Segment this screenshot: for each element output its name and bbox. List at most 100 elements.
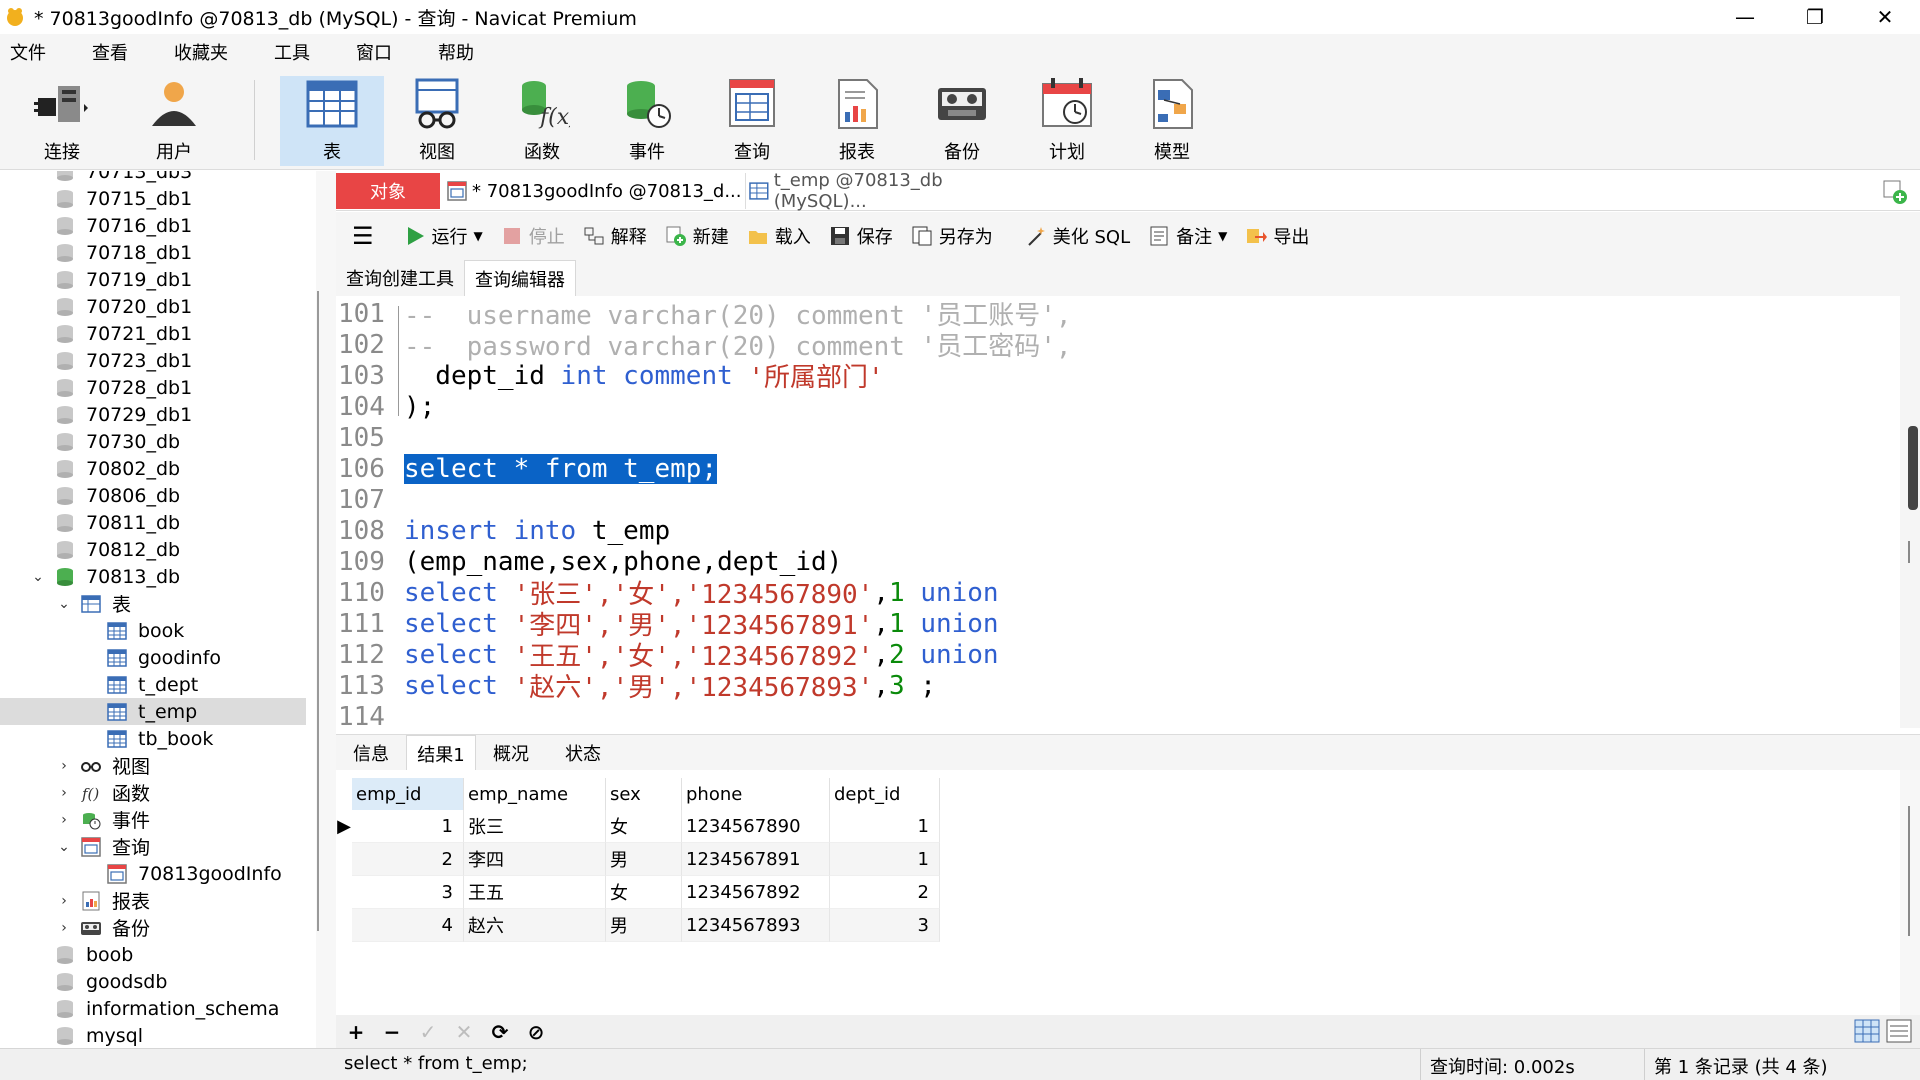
- tab-query-editor[interactable]: 查询编辑器: [464, 260, 576, 296]
- grid-cell-emp-name[interactable]: 李四: [464, 843, 606, 876]
- beautify-sql-button[interactable]: 美化 SQL: [1025, 223, 1130, 249]
- tab-overview[interactable]: 概况: [476, 735, 546, 771]
- tree-item-t-emp[interactable]: t_emp: [0, 698, 306, 725]
- grid-cell-dept-id[interactable]: 2: [830, 876, 940, 909]
- grid-cell-emp-id[interactable]: 2: [352, 843, 464, 876]
- save-button[interactable]: 保存: [829, 223, 893, 249]
- grid-cell-emp-name[interactable]: 赵六: [464, 909, 606, 942]
- save-as-button[interactable]: 另存为: [911, 223, 993, 249]
- column-header-phone[interactable]: phone: [682, 778, 830, 810]
- run-button[interactable]: 运行 ▼: [404, 223, 483, 249]
- tree-item-t-dept[interactable]: t_dept: [0, 671, 306, 698]
- delete-record-button[interactable]: −: [374, 1020, 410, 1044]
- tree-item-70721-db1[interactable]: 70721_db1: [0, 320, 306, 347]
- expand-arrow-icon[interactable]: ›: [56, 893, 72, 909]
- tree-item-70802-db[interactable]: 70802_db: [0, 455, 306, 482]
- function-button[interactable]: f(x) 函数: [490, 76, 594, 166]
- new-tab-icon[interactable]: [1882, 179, 1908, 205]
- note-dropdown-icon[interactable]: ▼: [1218, 229, 1227, 243]
- refresh-button[interactable]: ⟳: [482, 1020, 518, 1044]
- tab-objects[interactable]: 对象: [336, 173, 440, 209]
- new-query-button[interactable]: 新建: [665, 223, 729, 249]
- column-header-emp-id[interactable]: emp_id: [352, 778, 464, 810]
- apply-changes-button[interactable]: ✓: [410, 1020, 446, 1044]
- grid-cell-emp-name[interactable]: 王五: [464, 876, 606, 909]
- stop-button[interactable]: 停止: [501, 223, 565, 249]
- load-button[interactable]: 载入: [747, 223, 811, 249]
- selected-sql[interactable]: select * from t_emp;: [404, 453, 718, 484]
- export-button[interactable]: 导出: [1245, 223, 1309, 249]
- tree-item-70806-db[interactable]: 70806_db: [0, 482, 306, 509]
- tree-item-70713-db3[interactable]: 70713_db3: [0, 171, 306, 185]
- backup-button[interactable]: 备份: [910, 76, 1014, 166]
- editor-scrollbar[interactable]: [1900, 296, 1920, 728]
- tree-item-70811-db[interactable]: 70811_db: [0, 509, 306, 536]
- tree-item-备份[interactable]: › 备份: [0, 914, 306, 941]
- tree-item-book[interactable]: book: [0, 617, 306, 644]
- grid-cell-dept-id[interactable]: 1: [830, 843, 940, 876]
- tree-item-70718-db1[interactable]: 70718_db1: [0, 239, 306, 266]
- grid-view-icon[interactable]: [1854, 1019, 1880, 1043]
- tree-item-mysql[interactable]: mysql: [0, 1022, 306, 1048]
- menu-help[interactable]: 帮助: [428, 39, 494, 65]
- tree-item-70729-db1[interactable]: 70729_db1: [0, 401, 306, 428]
- tree-item-information-schema[interactable]: information_schema: [0, 995, 306, 1022]
- expand-arrow-icon[interactable]: ›: [56, 812, 72, 828]
- tree-item-表[interactable]: ⌄ 表: [0, 590, 306, 617]
- grid-cell-emp-name[interactable]: 张三: [464, 810, 606, 843]
- tree-item-70730-db[interactable]: 70730_db: [0, 428, 306, 455]
- grid-cell-sex[interactable]: 男: [606, 843, 682, 876]
- table-button[interactable]: 表: [280, 76, 384, 166]
- menu-window[interactable]: 窗口: [346, 39, 412, 65]
- tree-item-70715-db1[interactable]: 70715_db1: [0, 185, 306, 212]
- grid-cell-dept-id[interactable]: 3: [830, 909, 940, 942]
- tree-item-goodsdb[interactable]: goodsdb: [0, 968, 306, 995]
- tab-info[interactable]: 信息: [336, 735, 406, 771]
- expand-arrow-icon[interactable]: ›: [56, 785, 72, 801]
- sidebar-scrollbar[interactable]: [316, 171, 336, 1048]
- minimize-button[interactable]: —: [1710, 0, 1780, 34]
- grid-cell-phone[interactable]: 1234567891: [682, 843, 830, 876]
- column-header-sex[interactable]: sex: [606, 778, 682, 810]
- discard-changes-button[interactable]: ✕: [446, 1020, 482, 1044]
- tree-item-boob[interactable]: boob: [0, 941, 306, 968]
- column-header-dept-id[interactable]: dept_id: [830, 778, 940, 810]
- tree-item-70728-db1[interactable]: 70728_db1: [0, 374, 306, 401]
- tree-item-70723-db1[interactable]: 70723_db1: [0, 347, 306, 374]
- expand-arrow-icon[interactable]: ⌄: [30, 569, 46, 585]
- menu-file[interactable]: 文件: [0, 39, 66, 65]
- tree-item-70813-db[interactable]: ⌄ 70813_db: [0, 563, 306, 590]
- maximize-button[interactable]: ❐: [1780, 0, 1850, 34]
- tree-item-视图[interactable]: › 视图: [0, 752, 306, 779]
- tab-query-70813goodinfo[interactable]: * 70813goodInfo @70813_d...: [446, 173, 746, 209]
- form-view-icon[interactable]: [1886, 1019, 1912, 1043]
- tree-item-70812-db[interactable]: 70812_db: [0, 536, 306, 563]
- tree-item-70813goodinfo[interactable]: 70813goodInfo: [0, 860, 306, 887]
- schedule-button[interactable]: 计划: [1015, 76, 1119, 166]
- expand-arrow-icon[interactable]: ⌄: [56, 596, 72, 612]
- column-header-emp-name[interactable]: emp_name: [464, 778, 606, 810]
- grid-cell-phone[interactable]: 1234567892: [682, 876, 830, 909]
- grid-cell-phone[interactable]: 1234567893: [682, 909, 830, 942]
- tree-item-查询[interactable]: ⌄ 查询: [0, 833, 306, 860]
- grid-cell-dept-id[interactable]: 1: [830, 810, 940, 843]
- grid-cell-emp-id[interactable]: 3: [352, 876, 464, 909]
- grid-cell-sex[interactable]: 女: [606, 810, 682, 843]
- grid-cell-phone[interactable]: 1234567890: [682, 810, 830, 843]
- tab-result1[interactable]: 结果1: [406, 735, 476, 771]
- note-button[interactable]: 备注 ▼: [1148, 223, 1227, 249]
- stop-button[interactable]: ⊘: [518, 1020, 554, 1044]
- report-button[interactable]: 报表: [805, 76, 909, 166]
- user-button[interactable]: 用户: [122, 76, 226, 166]
- tree-item-事件[interactable]: › 事件: [0, 806, 306, 833]
- event-button[interactable]: 事件: [595, 76, 699, 166]
- add-record-button[interactable]: +: [338, 1020, 374, 1044]
- menu-favorites[interactable]: 收藏夹: [164, 39, 248, 65]
- tree-item-报表[interactable]: › 报表: [0, 887, 306, 914]
- tree-item-tb-book[interactable]: tb_book: [0, 725, 306, 752]
- menu-tools[interactable]: 工具: [264, 39, 330, 65]
- expand-arrow-icon[interactable]: ›: [56, 920, 72, 936]
- expand-arrow-icon[interactable]: ⌄: [56, 839, 72, 855]
- tab-status[interactable]: 状态: [548, 735, 618, 771]
- tab-t-emp[interactable]: t_emp @70813_db (MySQL)...: [748, 170, 1038, 212]
